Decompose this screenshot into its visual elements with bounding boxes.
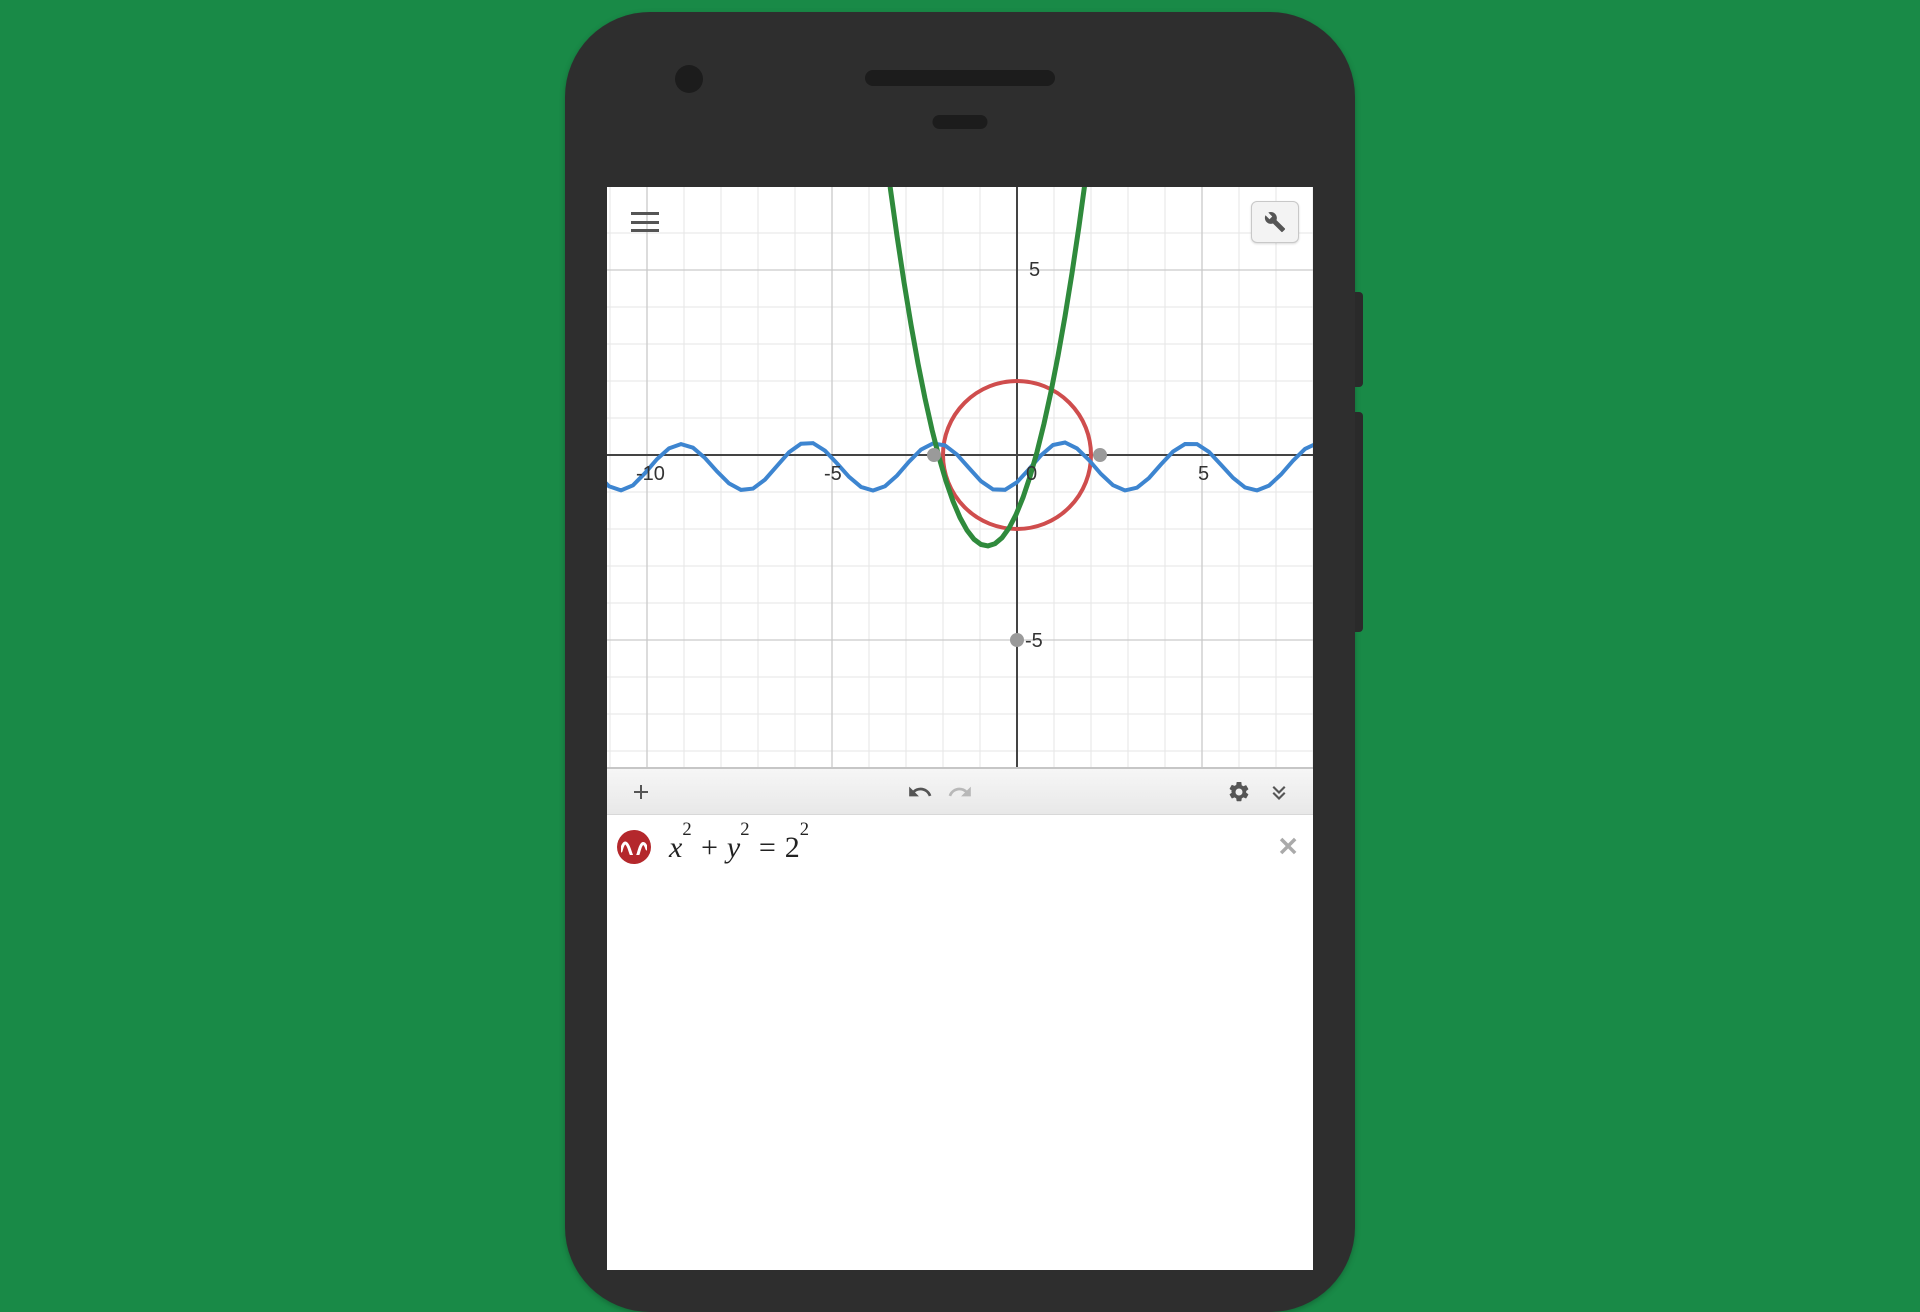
intersection-point[interactable]: [1093, 448, 1107, 462]
expr-exp: 2: [800, 819, 809, 840]
phone-proximity-sensor: [933, 115, 988, 129]
menu-button[interactable]: [621, 201, 669, 243]
phone-power-button: [1355, 292, 1363, 387]
y-tick-label: -5: [1025, 630, 1043, 653]
undo-button[interactable]: [900, 772, 940, 812]
expr-op: +: [692, 831, 727, 864]
phone-frame: -10 -5 0 5 5 -5: [565, 12, 1355, 1312]
expr-exp: 2: [682, 819, 691, 840]
chevron-double-down-icon: [1267, 780, 1291, 804]
expr-op: =: [750, 831, 785, 864]
app-screen: -10 -5 0 5 5 -5: [607, 187, 1313, 1270]
phone-speaker: [865, 70, 1055, 86]
undo-icon: [907, 779, 933, 805]
expr-var: y: [727, 831, 740, 864]
graph-settings-button[interactable]: [1251, 201, 1299, 243]
graph-area[interactable]: -10 -5 0 5 5 -5: [607, 187, 1313, 767]
expr-exp: 2: [740, 819, 749, 840]
expression-text[interactable]: x2 + y2 = 22: [669, 830, 809, 865]
redo-icon: [947, 779, 973, 805]
x-tick-label: 0: [1026, 463, 1037, 486]
close-icon: ✕: [1277, 832, 1299, 862]
wrench-icon: [1264, 211, 1286, 233]
intersection-point[interactable]: [927, 448, 941, 462]
x-tick-label: -10: [636, 463, 665, 486]
phone-camera: [675, 65, 703, 93]
expression-toolbar: [607, 767, 1313, 815]
x-tick-label: -5: [824, 463, 842, 486]
gear-icon: [1227, 780, 1251, 804]
redo-button[interactable]: [940, 772, 980, 812]
x-tick-label: 5: [1198, 463, 1209, 486]
plus-icon: [629, 780, 653, 804]
expression-row[interactable]: x2 + y2 = 22 ✕: [607, 815, 1313, 879]
settings-button[interactable]: [1219, 772, 1259, 812]
desmos-logo-icon: [617, 830, 651, 864]
phone-volume-button: [1355, 412, 1363, 632]
delete-expression-button[interactable]: ✕: [1277, 832, 1299, 863]
expr-var: x: [669, 831, 682, 864]
y-tick-label: 5: [1029, 259, 1040, 282]
add-expression-button[interactable]: [621, 772, 661, 812]
intersection-point[interactable]: [1010, 633, 1024, 647]
expr-num: 2: [785, 831, 800, 864]
hamburger-icon: [631, 212, 659, 232]
collapse-button[interactable]: [1259, 772, 1299, 812]
